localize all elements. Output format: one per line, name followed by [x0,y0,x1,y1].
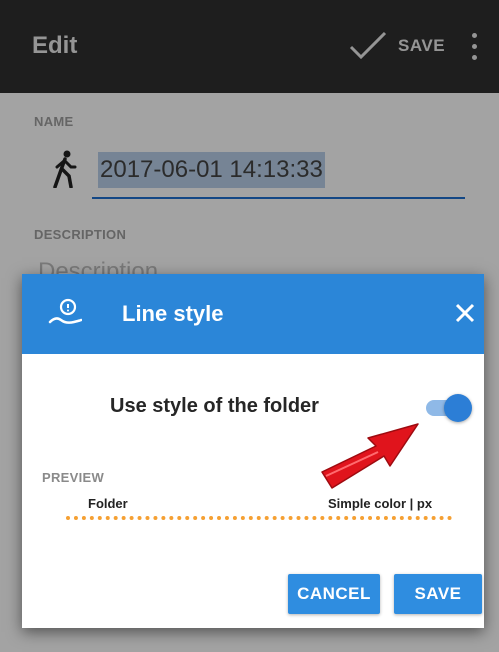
preview-style-text: Simple color | px [328,496,433,511]
route-icon [48,298,82,324]
red-arrow-icon [321,423,419,489]
preview-line [66,516,452,520]
preview-folder-text: Folder [88,496,128,511]
save-button[interactable]: SAVE [394,574,482,614]
use-folder-style-toggle[interactable] [424,394,472,422]
toggle-thumb [444,394,472,422]
preview-label: PREVIEW [42,470,105,485]
dialog-header: Line style [22,274,484,354]
close-icon[interactable] [454,302,476,324]
cancel-button[interactable]: CANCEL [288,574,380,614]
dialog-title: Line style [122,301,224,326]
use-folder-style-label: Use style of the folder [110,395,319,417]
line-style-dialog: Line style Use style of the folder PREVI… [22,274,484,628]
